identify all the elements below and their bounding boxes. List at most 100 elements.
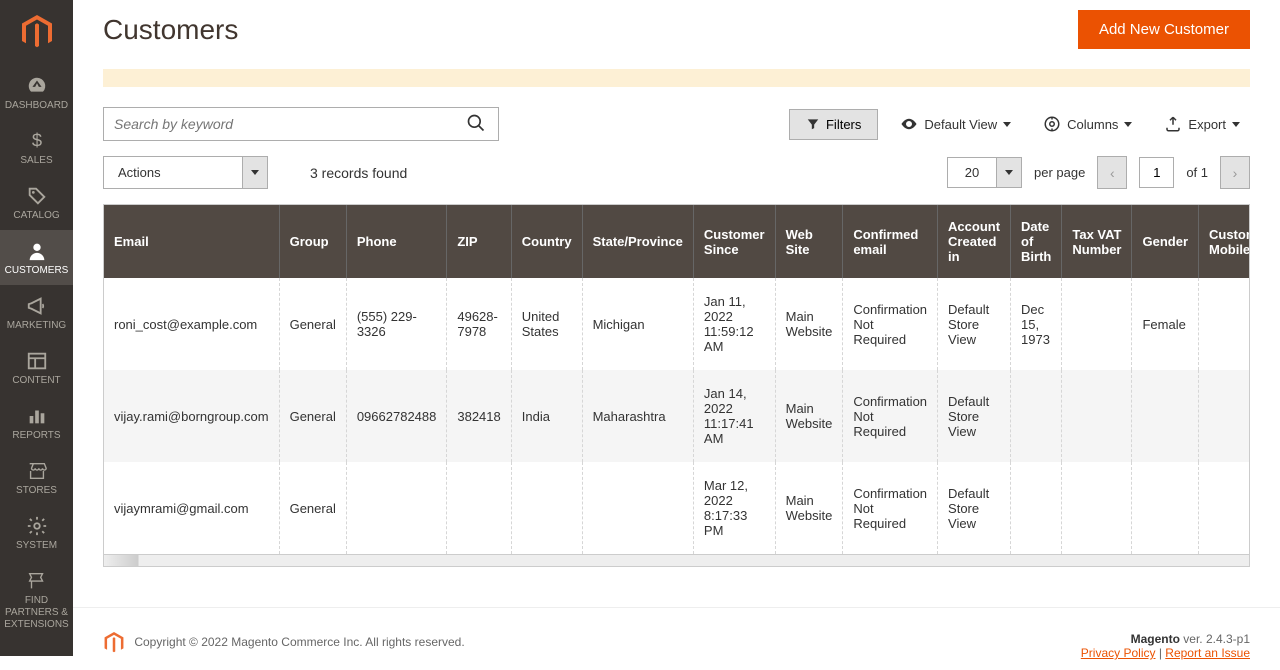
customers-table: Email Group Phone ZIP Country State/Prov… [104,205,1250,554]
cell-gender [1132,462,1199,554]
col-created-in[interactable]: Account Created in [938,205,1011,278]
nav-catalog[interactable]: CATALOG [0,175,73,230]
search-input[interactable] [104,108,454,140]
records-found: 3 records found [310,165,407,181]
col-tax[interactable]: Tax VAT Number [1062,205,1132,278]
chevron-down-icon [1232,122,1240,127]
nav-reports[interactable]: REPORTS [0,395,73,450]
cell-created_in: Default Store View [938,370,1011,462]
nav-partners[interactable]: FIND PARTNERS & EXTENSIONS [0,560,73,639]
version-number: ver. 2.4.3-p1 [1180,632,1250,646]
col-confirmed[interactable]: Confirmed email [843,205,938,278]
export-button[interactable]: Export [1154,108,1250,140]
cell-phone: 09662782488 [346,370,447,462]
cell-email: roni_cost@example.com [104,278,279,370]
cell-email: vijaymrami@gmail.com [104,462,279,554]
cell-mobile [1199,370,1251,462]
bars-icon [26,405,48,427]
current-page-input[interactable] [1139,157,1174,188]
page-footer: Copyright © 2022 Magento Commerce Inc. A… [73,607,1280,670]
cell-confirmed: Confirmation Not Required [843,370,938,462]
table-row[interactable]: roni_cost@example.comGeneral(555) 229-33… [104,278,1250,370]
cell-since: Jan 14, 2022 11:17:41 AM [693,370,775,462]
default-view-button[interactable]: Default View [890,108,1021,140]
total-pages-label: of 1 [1186,165,1208,180]
cell-dob [1011,370,1062,462]
gear-icon [26,515,48,537]
page-size-select[interactable]: 20 [947,157,997,188]
col-zip[interactable]: ZIP [447,205,511,278]
cell-state: Michigan [582,278,693,370]
prev-page-button[interactable]: ‹ [1097,156,1127,189]
megaphone-icon [26,295,48,317]
cell-zip: 382418 [447,370,511,462]
customers-grid: Email Group Phone ZIP Country State/Prov… [103,204,1250,567]
col-group[interactable]: Group [279,205,346,278]
cell-gender: Female [1132,278,1199,370]
magento-logo-footer [103,632,125,654]
cell-zip: 49628-7978 [447,278,511,370]
next-page-button[interactable]: › [1220,156,1250,189]
table-header-row: Email Group Phone ZIP Country State/Prov… [104,205,1250,278]
cell-created_in: Default Store View [938,462,1011,554]
layout-icon [26,350,48,372]
chevron-down-icon[interactable] [997,157,1022,188]
col-phone[interactable]: Phone [346,205,447,278]
cell-zip [447,462,511,554]
cell-group: General [279,462,346,554]
filters-button[interactable]: Filters [789,109,878,140]
dollar-icon: $ [26,130,48,152]
copyright-text: Copyright © 2022 Magento Commerce Inc. A… [134,635,464,649]
svg-text:$: $ [31,130,41,151]
search-button[interactable] [454,108,498,140]
columns-button[interactable]: Columns [1033,108,1142,140]
cell-mobile [1199,278,1251,370]
nav-customers[interactable]: CUSTOMERS [0,230,73,285]
cell-confirmed: Confirmation Not Required [843,462,938,554]
search-box [103,107,499,141]
nav-dashboard[interactable]: DASHBOARD [0,65,73,120]
cell-created_in: Default Store View [938,278,1011,370]
magento-logo[interactable] [0,0,73,65]
cell-website: Main Website [775,278,843,370]
horizontal-scrollbar[interactable] [104,554,1249,566]
col-state[interactable]: State/Province [582,205,693,278]
page-title: Customers [103,14,238,46]
tag-icon [26,185,48,207]
nav-sales[interactable]: $ SALES [0,120,73,175]
notice-banner [103,69,1250,87]
nav-content[interactable]: CONTENT [0,340,73,395]
cell-tax [1062,278,1132,370]
nav-stores[interactable]: STORES [0,450,73,505]
privacy-policy-link[interactable]: Privacy Policy [1081,646,1156,660]
per-page-label: per page [1034,165,1085,180]
actions-dropdown[interactable]: Actions [103,156,268,189]
col-mobile[interactable]: Customer Mobile [1199,205,1251,278]
nav-marketing[interactable]: MARKETING [0,285,73,340]
toolbar-bottom: Actions 3 records found 20 per page ‹ of… [103,156,1250,189]
store-icon [26,460,48,482]
col-gender[interactable]: Gender [1132,205,1199,278]
cell-confirmed: Confirmation Not Required [843,278,938,370]
col-email[interactable]: Email [104,205,279,278]
add-new-customer-button[interactable]: Add New Customer [1078,10,1250,49]
person-icon [26,240,48,262]
cell-dob: Dec 15, 1973 [1011,278,1062,370]
cell-website: Main Website [775,462,843,554]
cell-country [511,462,582,554]
chevron-down-icon [1003,122,1011,127]
table-row[interactable]: vijaymrami@gmail.comGeneralMar 12, 2022 … [104,462,1250,554]
col-country[interactable]: Country [511,205,582,278]
col-dob[interactable]: Date of Birth [1011,205,1062,278]
col-website[interactable]: Web Site [775,205,843,278]
cell-group: General [279,278,346,370]
table-row[interactable]: vijay.rami@borngroup.comGeneral096627824… [104,370,1250,462]
report-issue-link[interactable]: Report an Issue [1165,646,1250,660]
col-since[interactable]: Customer Since [693,205,775,278]
cell-website: Main Website [775,370,843,462]
nav-system[interactable]: SYSTEM [0,505,73,560]
puzzle-icon [26,570,48,592]
eye-icon [900,115,918,133]
cell-state [582,462,693,554]
cell-gender [1132,370,1199,462]
